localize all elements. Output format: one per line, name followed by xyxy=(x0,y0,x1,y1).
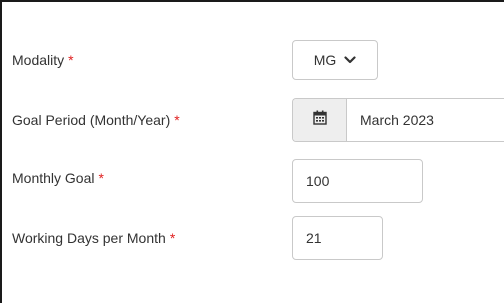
modality-label-text: Modality xyxy=(12,52,65,68)
monthly-goal-label-text: Monthly Goal xyxy=(12,170,95,186)
modality-label: Modality * xyxy=(12,52,74,68)
monthly-goal-input[interactable]: 100 xyxy=(292,159,423,203)
monthly-goal-label: Monthly Goal * xyxy=(12,170,104,186)
form-panel: Modality* MG Goal Period (Month/Year)* xyxy=(0,0,504,303)
goal-period-field[interactable]: March 2023 xyxy=(292,98,504,142)
goal-period-label: Goal Period (Month/Year) * xyxy=(12,112,180,128)
working-days-label-text: Working Days per Month xyxy=(12,230,166,246)
modality-select[interactable]: MG xyxy=(292,40,378,80)
goal-period-label-text: Goal Period (Month/Year) xyxy=(12,112,171,128)
required-asterisk: * xyxy=(68,52,74,68)
required-asterisk: * xyxy=(98,170,104,186)
calendar-icon xyxy=(312,110,327,130)
working-days-label: Working Days per Month * xyxy=(12,230,175,246)
required-asterisk: * xyxy=(174,112,180,128)
working-days-input[interactable]: 21 xyxy=(292,216,383,260)
chevron-down-icon xyxy=(344,56,356,64)
modality-selected-value: MG xyxy=(313,52,337,68)
required-asterisk: * xyxy=(169,230,176,246)
goal-period-input[interactable]: March 2023 xyxy=(347,99,504,141)
calendar-button[interactable] xyxy=(293,99,347,141)
